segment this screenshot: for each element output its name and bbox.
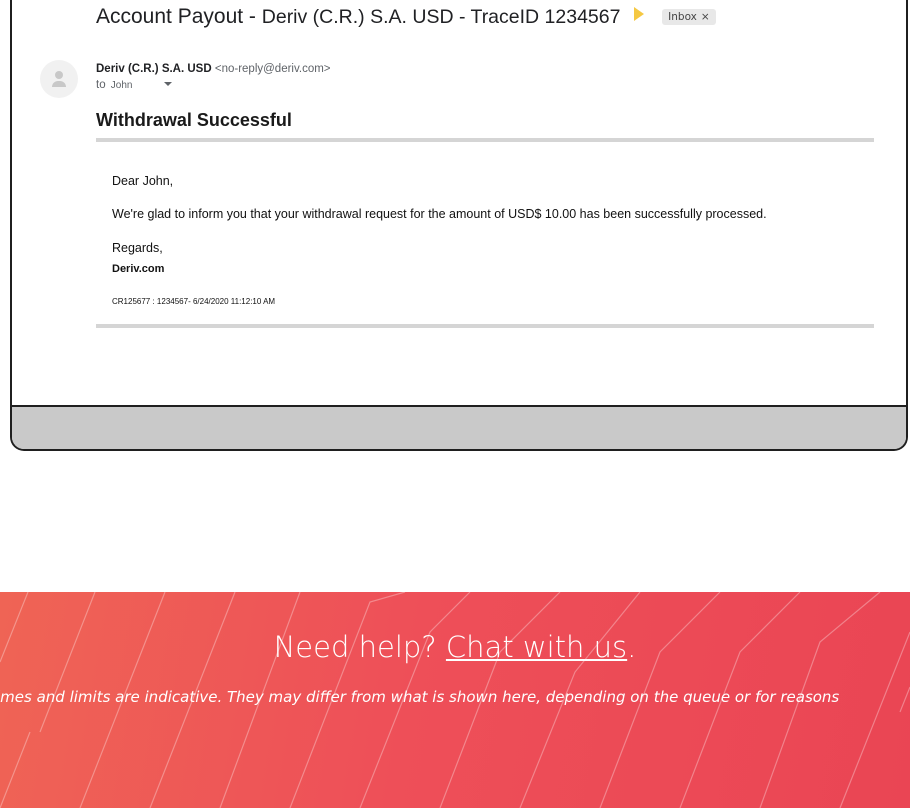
closing: Regards, (112, 241, 163, 255)
avatar-body-shape (52, 81, 66, 87)
inbox-label-chip[interactable]: Inbox × (662, 9, 716, 25)
subject-main: Account Payout - (96, 5, 262, 28)
help-prompt-period: . (627, 630, 637, 664)
greeting: Dear John, (112, 174, 173, 188)
sender-name: Deriv (C.R.) S.A. USD (96, 63, 212, 75)
chat-with-us-link[interactable]: Chat with us (446, 630, 627, 664)
sender-avatar (40, 60, 78, 98)
email-message: We're glad to inform you that your withd… (112, 207, 767, 221)
signature: Deriv.com (112, 263, 165, 275)
reference-line: CR125677 : 1234567- 6/24/2020 11:12:10 A… (112, 297, 276, 306)
divider-bottom (96, 324, 874, 328)
disclaimer-text: imes and limits are indicative. They may… (0, 688, 840, 706)
recipient-line: to John (96, 79, 172, 91)
card-footer-bar (12, 405, 906, 449)
greeting-word: Dear (112, 174, 140, 188)
recipient-name: John (110, 80, 133, 91)
recipient-details-dropdown-icon[interactable] (163, 82, 172, 86)
avatar-head-shape (55, 71, 63, 79)
help-prompt: Need help? Chat with us. (0, 630, 910, 664)
help-prompt-text: Need help? (273, 630, 446, 664)
importance-marker-icon[interactable] (634, 7, 645, 21)
recipient-label: to (96, 79, 106, 91)
inbox-label-text: Inbox (668, 11, 697, 23)
sender-address: <no-reply@deriv.com> (214, 63, 331, 75)
email-screenshot-card: Account Payout - Deriv (C.R.) S.A. USD -… (10, 0, 908, 451)
help-banner: Need help? Chat with us. imes and limits… (0, 592, 910, 808)
greeting-name: John, (142, 174, 174, 188)
email-subject: Account Payout - Deriv (C.R.) S.A. USD -… (96, 5, 716, 29)
inbox-label-close-icon[interactable]: × (701, 11, 710, 23)
subject-sender: Deriv (C.R.) S.A. USD - TraceID 1234567 (261, 6, 621, 28)
email-heading: Withdrawal Successful (96, 110, 292, 130)
divider-top (96, 138, 874, 142)
sender-line: Deriv (C.R.) S.A. USD <no-reply@deriv.co… (96, 63, 331, 75)
